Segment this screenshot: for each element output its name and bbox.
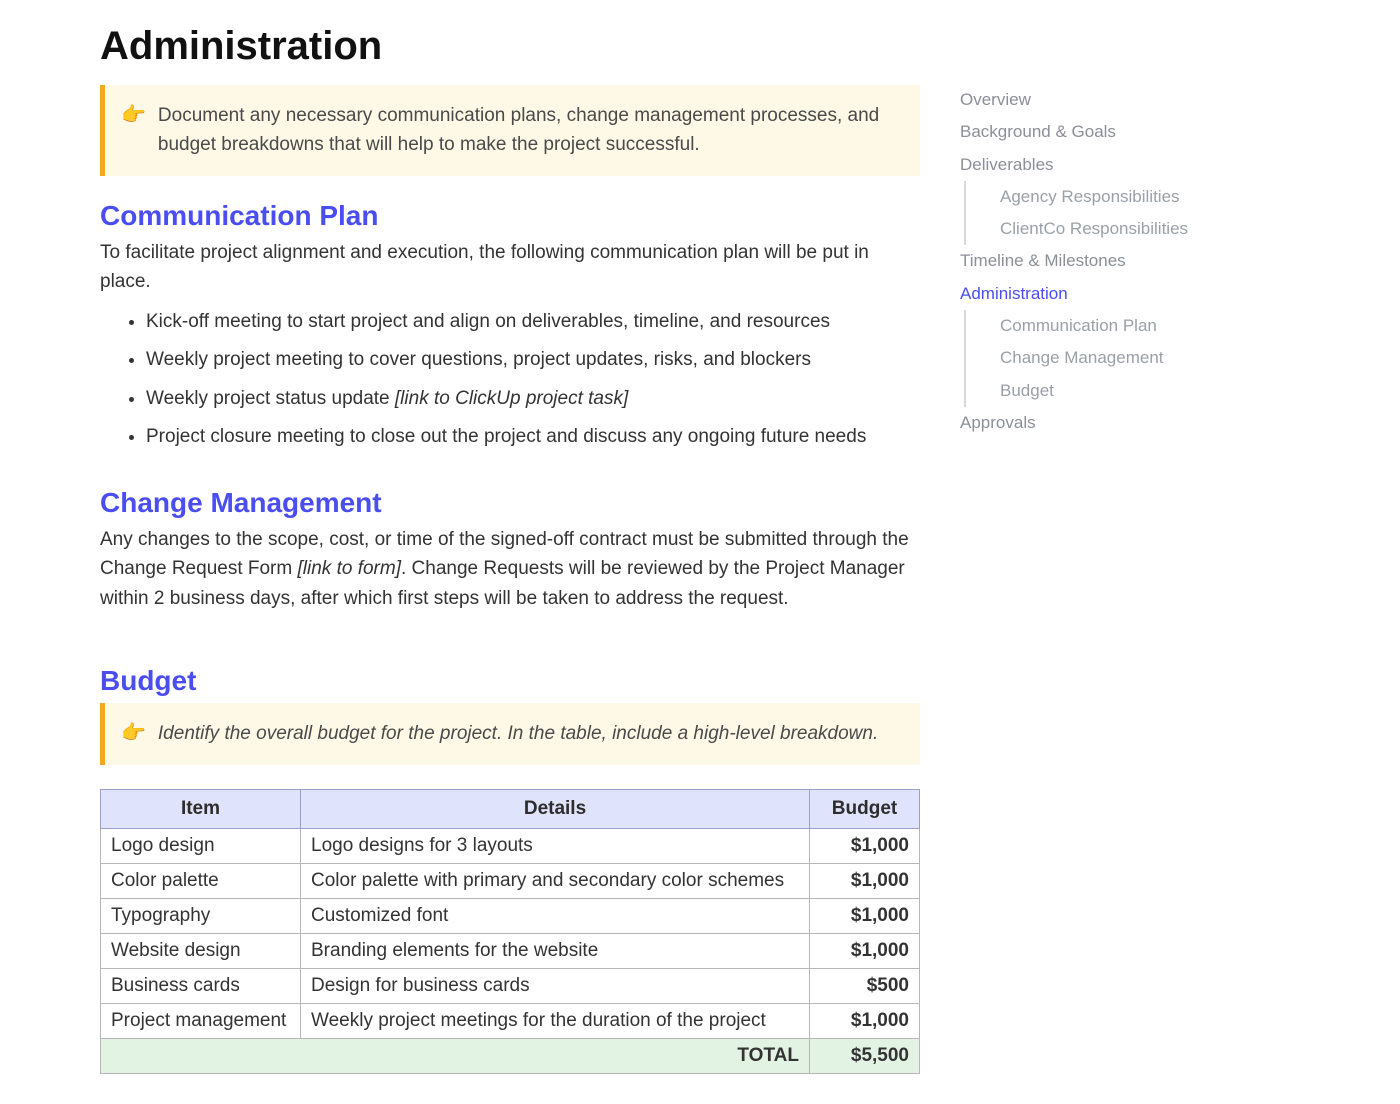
table-row: TypographyCustomized font$1,000 <box>101 898 920 933</box>
table-row: Logo designLogo designs for 3 layouts$1,… <box>101 828 920 863</box>
list-item-text: Kick-off meeting to start project and al… <box>146 311 830 332</box>
outline-item[interactable]: Agency Responsibilities <box>980 181 1220 213</box>
table-row: Website designBranding elements for the … <box>101 933 920 968</box>
link-placeholder: [link to ClickUp project task] <box>395 388 628 409</box>
list-item: Kick-off meeting to start project and al… <box>146 303 920 342</box>
list-item-text: Weekly project meeting to cover question… <box>146 349 811 370</box>
list-item: Project closure meeting to close out the… <box>146 418 920 457</box>
callout-budget: 👉 Identify the overall budget for the pr… <box>100 703 920 764</box>
main-content: Administration 👉 Document any necessary … <box>100 24 960 1074</box>
page-title: Administration <box>100 24 920 69</box>
callout-admin-intro: 👉 Document any necessary communication p… <box>100 85 920 176</box>
callout-budget-text: Identify the overall budget for the proj… <box>158 719 878 748</box>
pointing-hand-icon: 👉 <box>121 719 146 748</box>
change-mgmt-link-placeholder: [link to form] <box>298 558 401 579</box>
list-item-text: Project closure meeting to close out the… <box>146 426 866 447</box>
cell-item: Website design <box>101 933 301 968</box>
outline-item[interactable]: Timeline & Milestones <box>960 245 1220 277</box>
list-item: Weekly project meeting to cover question… <box>146 341 920 380</box>
list-item: Weekly project status update [link to Cl… <box>146 380 920 419</box>
col-item: Item <box>101 789 301 828</box>
outline-subgroup: Communication PlanChange ManagementBudge… <box>964 310 1220 407</box>
cell-budget: $1,000 <box>810 1003 920 1038</box>
cell-item: Logo design <box>101 828 301 863</box>
callout-text: Document any necessary communication pla… <box>158 101 900 160</box>
col-details: Details <box>301 789 810 828</box>
cell-item: Typography <box>101 898 301 933</box>
heading-budget: Budget <box>100 665 920 697</box>
cell-details: Design for business cards <box>301 968 810 1003</box>
outline-item[interactable]: Overview <box>960 84 1220 116</box>
outline-item[interactable]: Background & Goals <box>960 116 1220 148</box>
cell-budget: $1,000 <box>810 933 920 968</box>
list-item-text: Weekly project status update <box>146 388 395 409</box>
outline-subgroup: Agency ResponsibilitiesClientCo Responsi… <box>964 181 1220 246</box>
outline-item[interactable]: Communication Plan <box>980 310 1220 342</box>
table-row: Business cardsDesign for business cards$… <box>101 968 920 1003</box>
cell-details: Customized font <box>301 898 810 933</box>
table-row: Project managementWeekly project meeting… <box>101 1003 920 1038</box>
communication-plan-intro: To facilitate project alignment and exec… <box>100 238 920 297</box>
outline-item[interactable]: Approvals <box>960 407 1220 439</box>
cell-budget: $1,000 <box>810 898 920 933</box>
heading-communication-plan: Communication Plan <box>100 200 920 232</box>
col-budget: Budget <box>810 789 920 828</box>
outline-nav: OverviewBackground & GoalsDeliverablesAg… <box>960 84 1220 439</box>
outline-item[interactable]: Change Management <box>980 342 1220 374</box>
change-management-body: Any changes to the scope, cost, or time … <box>100 525 920 613</box>
cell-item: Business cards <box>101 968 301 1003</box>
table-row-total: TOTAL$5,500 <box>101 1038 920 1073</box>
cell-details: Branding elements for the website <box>301 933 810 968</box>
cell-details: Color palette with primary and secondary… <box>301 863 810 898</box>
cell-details: Weekly project meetings for the duration… <box>301 1003 810 1038</box>
communication-plan-list: Kick-off meeting to start project and al… <box>100 303 920 457</box>
table-row: Color paletteColor palette with primary … <box>101 863 920 898</box>
outline-item[interactable]: ClientCo Responsibilities <box>980 213 1220 245</box>
outline-item[interactable]: Deliverables <box>960 149 1220 181</box>
budget-table: Item Details Budget Logo designLogo desi… <box>100 789 920 1074</box>
outline-item[interactable]: Budget <box>980 375 1220 407</box>
cell-budget: $500 <box>810 968 920 1003</box>
outline-sidebar: OverviewBackground & GoalsDeliverablesAg… <box>960 24 1220 1074</box>
total-amount: $5,500 <box>810 1038 920 1073</box>
cell-item: Project management <box>101 1003 301 1038</box>
pointing-hand-icon: 👉 <box>121 101 146 160</box>
cell-details: Logo designs for 3 layouts <box>301 828 810 863</box>
cell-budget: $1,000 <box>810 828 920 863</box>
heading-change-management: Change Management <box>100 487 920 519</box>
cell-item: Color palette <box>101 863 301 898</box>
total-label: TOTAL <box>101 1038 810 1073</box>
outline-item[interactable]: Administration <box>960 278 1220 310</box>
cell-budget: $1,000 <box>810 863 920 898</box>
